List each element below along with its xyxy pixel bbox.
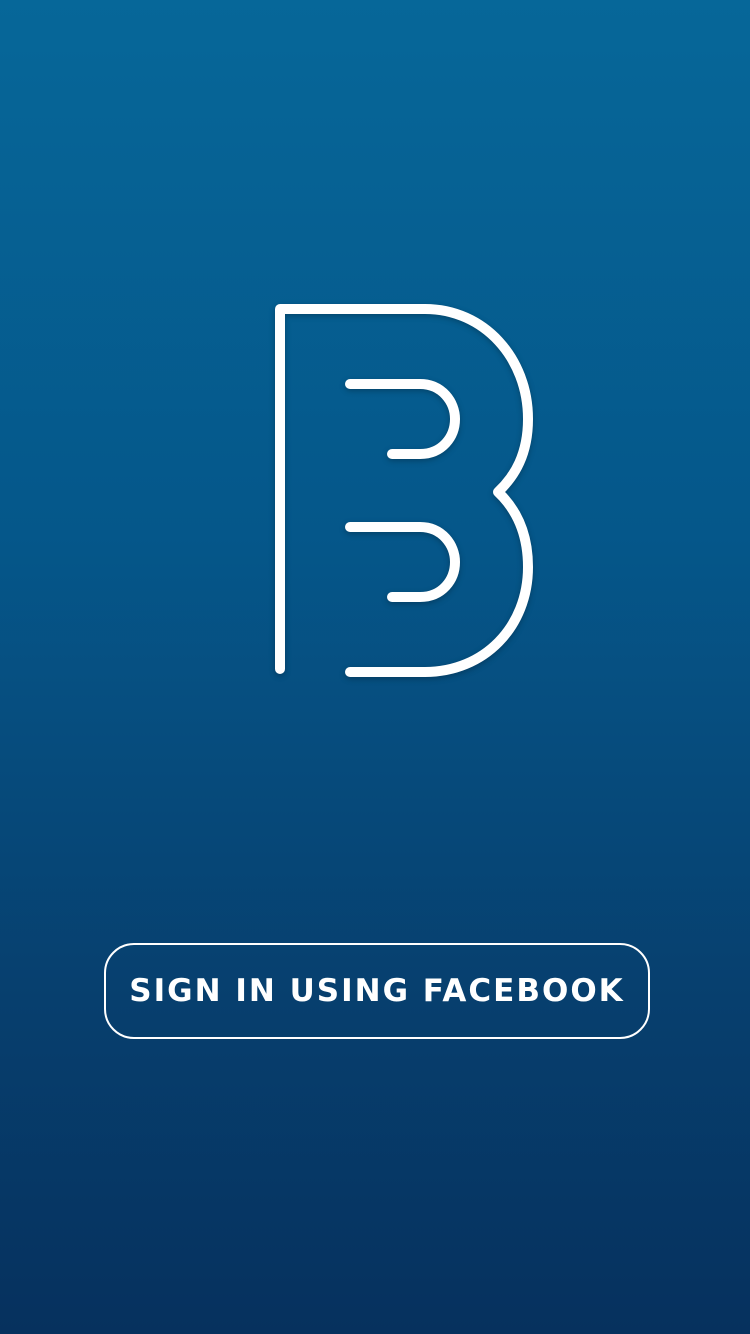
letter-b-logo-icon — [275, 304, 533, 677]
sign-in-facebook-label: SIGN IN USING FACEBOOK — [129, 973, 625, 1009]
splash-screen: SIGN IN USING FACEBOOK — [0, 0, 750, 1334]
app-logo — [262, 296, 552, 688]
sign-in-facebook-button[interactable]: SIGN IN USING FACEBOOK — [104, 943, 650, 1039]
